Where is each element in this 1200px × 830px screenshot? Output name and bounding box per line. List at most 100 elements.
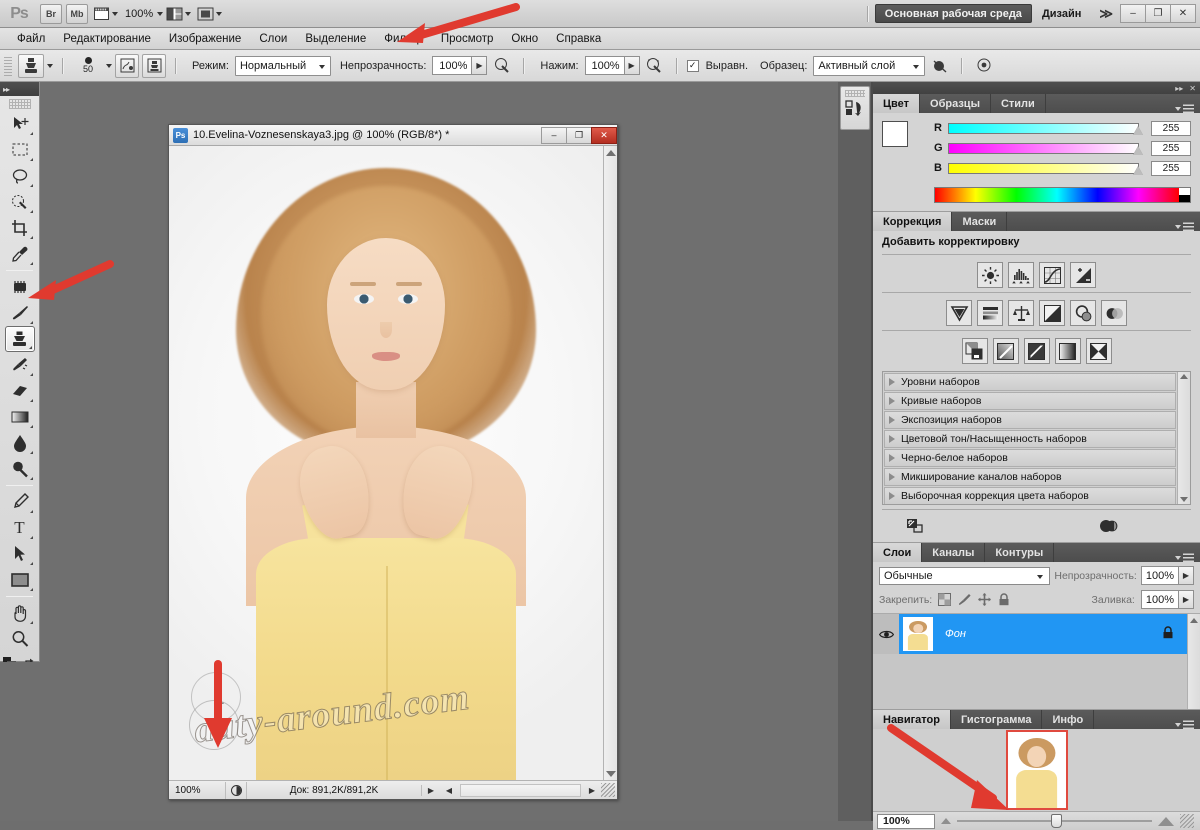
scroll-down-arrow-icon[interactable]: [1180, 497, 1188, 502]
dock-close-icon[interactable]: ✕: [1189, 84, 1196, 93]
brightness-contrast-button[interactable]: [977, 262, 1003, 288]
presets-scrollbar[interactable]: [1177, 372, 1190, 504]
tool-type[interactable]: T: [5, 515, 35, 541]
posterize-button[interactable]: [992, 338, 1019, 364]
preset-row[interactable]: Экспозиция наборов: [884, 411, 1176, 429]
toolbox-collapse-button[interactable]: ▸▸: [0, 82, 39, 96]
close-button[interactable]: ✕: [1170, 4, 1196, 23]
layer-blend-mode-select[interactable]: Обычные: [879, 566, 1051, 585]
tool-history-brush[interactable]: [5, 352, 35, 378]
aligned-checkbox[interactable]: ✓: [686, 59, 699, 72]
menu-window[interactable]: Окно: [502, 31, 547, 47]
lock-image-icon[interactable]: [958, 593, 971, 606]
toggle-brush-panel-button[interactable]: [115, 53, 139, 78]
sample-select[interactable]: Активный слой: [813, 55, 926, 76]
preset-row[interactable]: Выборочная коррекция цвета наборов: [884, 487, 1176, 504]
toolbox-grip[interactable]: [8, 99, 31, 109]
tab-channels[interactable]: Каналы: [922, 543, 986, 562]
color-spectrum-ramp[interactable]: [934, 187, 1191, 203]
scroll-up-arrow-icon[interactable]: [1190, 618, 1198, 623]
menu-view[interactable]: Просмотр: [432, 31, 503, 47]
view-extras-button[interactable]: [91, 3, 120, 25]
slider-thumb-icon[interactable]: [1133, 125, 1143, 135]
channel-value-b[interactable]: 255: [1151, 160, 1191, 176]
photo-filter-button[interactable]: [1070, 300, 1096, 326]
workspace-design-button[interactable]: Дизайн: [1032, 8, 1091, 20]
preset-row[interactable]: Уровни наборов: [884, 373, 1176, 391]
workspace-more-button[interactable]: ≫: [1091, 6, 1121, 22]
vibrance-button[interactable]: [946, 300, 972, 326]
tool-clone-stamp[interactable]: [4, 326, 35, 352]
ignore-adjustment-layers-button[interactable]: [928, 54, 952, 78]
layer-list[interactable]: Фон: [873, 613, 1200, 709]
tool-quick-selection[interactable]: [5, 189, 35, 215]
tool-lasso[interactable]: [5, 163, 35, 189]
image-canvas[interactable]: + auty-around.com: [169, 146, 603, 780]
tool-gradient[interactable]: [5, 404, 35, 430]
clip-to-layer-button[interactable]: [1099, 519, 1119, 536]
opacity-stepper-icon[interactable]: ▶: [472, 56, 488, 75]
preset-row[interactable]: Кривые наборов: [884, 392, 1176, 410]
tool-pen[interactable]: [5, 489, 35, 515]
exposure-button[interactable]: [1070, 262, 1096, 288]
gradient-map-button[interactable]: [1054, 338, 1081, 364]
tab-layers[interactable]: Слои: [873, 543, 923, 562]
tool-brush[interactable]: [5, 300, 35, 326]
minimize-button[interactable]: –: [1120, 4, 1146, 23]
color-panel-swatches[interactable]: [882, 121, 922, 159]
restore-button[interactable]: ❐: [1145, 4, 1171, 23]
return-to-adjustment-list-button[interactable]: [906, 518, 924, 537]
navigator-panel-menu-button[interactable]: [1169, 720, 1200, 729]
scroll-up-arrow-icon[interactable]: [605, 150, 616, 156]
menu-image[interactable]: Изображение: [160, 31, 250, 47]
document-zoom-value[interactable]: 100%: [169, 785, 225, 796]
color-balance-button[interactable]: [1008, 300, 1034, 326]
app-zoom-level[interactable]: 100%: [121, 8, 157, 20]
tool-blur[interactable]: [5, 430, 35, 456]
bridge-button[interactable]: Br: [40, 3, 62, 24]
zoom-out-icon[interactable]: [941, 818, 951, 824]
tool-dodge[interactable]: [5, 456, 35, 482]
zoom-in-icon[interactable]: [1158, 816, 1174, 826]
preset-row[interactable]: Черно-белое наборов: [884, 449, 1176, 467]
opacity-control[interactable]: 100% ▶: [432, 56, 488, 75]
zoom-slider-knob[interactable]: [1050, 814, 1062, 828]
slider-thumb-icon[interactable]: [1133, 145, 1143, 155]
layer-fill-stepper-icon[interactable]: ▶: [1179, 590, 1194, 609]
document-resize-grip[interactable]: [601, 783, 615, 797]
tool-shape[interactable]: [5, 567, 35, 593]
adjustments-panel-menu-button[interactable]: [1169, 222, 1200, 231]
threshold-button[interactable]: [1023, 338, 1050, 364]
color-panel-menu-button[interactable]: [1169, 104, 1200, 113]
screen-mode-button[interactable]: [195, 3, 224, 25]
channel-mixer-button[interactable]: [1101, 300, 1127, 326]
rail-grip[interactable]: [844, 90, 865, 97]
tab-navigator[interactable]: Навигатор: [873, 710, 951, 729]
arrange-documents-button[interactable]: [164, 3, 193, 25]
tool-hand[interactable]: [5, 600, 35, 626]
selective-color-button[interactable]: [1085, 338, 1112, 364]
tab-paths[interactable]: Контуры: [985, 543, 1055, 562]
layer-thumbnail[interactable]: [903, 617, 933, 651]
navigator-preview[interactable]: [873, 729, 1200, 811]
levels-button[interactable]: [1008, 262, 1034, 288]
brush-size-picker[interactable]: 50: [73, 57, 103, 74]
hue-saturation-button[interactable]: [977, 300, 1003, 326]
opacity-pressure-button[interactable]: [490, 54, 514, 78]
navigator-thumbnail[interactable]: [1005, 730, 1068, 810]
tab-swatches[interactable]: Образцы: [920, 94, 991, 113]
preset-row[interactable]: Цветовой тон/Насыщенность наборов: [884, 430, 1176, 448]
invert-button[interactable]: [961, 338, 988, 364]
tab-histogram[interactable]: Гистограмма: [951, 710, 1043, 729]
layer-opacity-value[interactable]: 100%: [1140, 566, 1179, 585]
tool-crop[interactable]: [5, 215, 35, 241]
adjustment-presets-list[interactable]: Уровни наборов Кривые наборов Экспозиция…: [882, 371, 1191, 505]
slider-thumb-icon[interactable]: [1133, 165, 1143, 175]
document-close-button[interactable]: ✕: [591, 126, 617, 144]
history-actions-panel-tab[interactable]: [839, 86, 870, 130]
lock-transparency-icon[interactable]: [938, 593, 952, 606]
hscroll-right-arrow-icon[interactable]: ▶: [583, 786, 601, 795]
document-minimize-button[interactable]: –: [541, 126, 567, 144]
layers-scrollbar[interactable]: [1187, 614, 1200, 709]
hscroll-left-arrow-icon[interactable]: ◀: [440, 786, 458, 795]
